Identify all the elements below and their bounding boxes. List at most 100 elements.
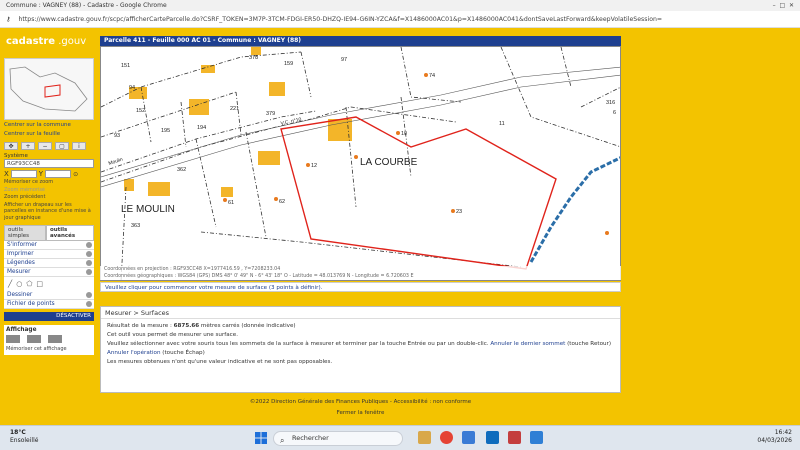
center-feuille-link[interactable]: Centrer sur la feuille (4, 131, 94, 138)
svg-text:94: 94 (129, 85, 135, 91)
window-title-bar: Commune : VAGNEY (88) - Cadastre - Googl… (0, 0, 800, 11)
menu-fichier-points[interactable]: Fichier de points (4, 300, 94, 309)
affichage-panel: Affichage Mémoriser cet affichage (4, 325, 94, 355)
app-icon-3[interactable] (530, 431, 543, 444)
mesurer-tools: ╱ ○ ⬠ □ (4, 277, 94, 291)
menu-legendes[interactable]: Légendes (4, 259, 94, 268)
go-button[interactable]: ⊙ (73, 171, 78, 178)
svg-text:12: 12 (311, 163, 317, 169)
selected-parcel[interactable] (280, 116, 557, 270)
windows-taskbar: 18°C Ensoleillé ⌕ Rechercher 16:42 04/03… (0, 425, 800, 450)
app-icon[interactable] (462, 431, 475, 444)
weather-desc: Ensoleillé (10, 437, 39, 444)
svg-text:378: 378 (249, 55, 258, 61)
zoom-out-icon[interactable]: − (38, 142, 52, 150)
map-tools: ✥ + − ▢ i (4, 142, 94, 150)
coords-geographic: Coordonnées géographiques : WGS84 (GPS) … (104, 274, 414, 279)
coord-y-input[interactable] (45, 170, 72, 178)
affichage-label: Affichage (6, 327, 37, 333)
coords-projection: Coordonnées en projection : RGF93CC48 X=… (104, 267, 281, 272)
svg-text:363: 363 (131, 223, 140, 229)
info-title: Mesurer > Surfaces (101, 307, 620, 319)
svg-text:6: 6 (613, 110, 616, 116)
svg-text:221: 221 (230, 106, 239, 112)
close-window-link[interactable]: Fermer la fenêtre (100, 410, 621, 416)
tab-outils-avances[interactable]: outils avancés (45, 225, 94, 241)
clock-date: 04/03/2026 (757, 437, 792, 444)
polygon-icon[interactable]: ⬠ (26, 280, 32, 288)
systeme-select[interactable]: RGF93CC48 (4, 159, 94, 168)
buildings (124, 47, 352, 197)
file-explorer-icon[interactable] (418, 431, 431, 444)
cancel-operation-link[interactable]: Annuler l'opération (107, 350, 161, 356)
svg-text:195: 195 (161, 128, 170, 134)
option-drapeau[interactable]: Afficher un drapeau sur les parcelles en… (4, 202, 94, 222)
svg-text:11: 11 (499, 121, 505, 127)
le-moulin-label: LE MOULIN (121, 204, 175, 215)
display-mode-3[interactable] (48, 335, 63, 343)
menu-mesurer[interactable]: Mesurer (4, 268, 94, 277)
square-icon[interactable]: □ (36, 280, 43, 288)
memoriser-affichage-link[interactable]: Mémoriser cet affichage (6, 346, 92, 353)
menu-sinformer[interactable]: S'informer (4, 241, 94, 250)
info-icon[interactable]: i (72, 142, 86, 150)
search-icon: ⌕ (280, 436, 285, 445)
app-icon-2[interactable] (508, 431, 521, 444)
center-commune-link[interactable]: Centrer sur la commune (4, 122, 94, 129)
deactivate-button[interactable]: DÉSACTIVER (4, 312, 94, 321)
svg-text:93: 93 (114, 133, 120, 139)
expand-icon (86, 260, 92, 266)
clock-time: 16:42 (774, 429, 792, 436)
svg-text:61: 61 (228, 200, 234, 206)
la-courbe-label: LA COURBE (360, 157, 418, 168)
windows-start-icon[interactable] (255, 432, 267, 444)
option-zoom-precedent[interactable]: Zoom précédent (4, 194, 94, 201)
window-title: Commune : VAGNEY (88) - Cadastre - Googl… (6, 2, 167, 9)
outlook-icon[interactable] (486, 431, 499, 444)
svg-text:23: 23 (456, 209, 462, 215)
road-label: V.C. n°10 (280, 117, 302, 127)
svg-text:379: 379 (266, 111, 275, 117)
svg-text:10: 10 (401, 131, 407, 137)
taskbar-search[interactable]: ⌕ Rechercher (273, 431, 403, 446)
option-zoom-memorise[interactable]: Zoom mémorisé (4, 187, 94, 194)
coord-row: X Y ⊙ (4, 170, 94, 178)
sidebar: Centrer sur la commune Centrer sur la fe… (4, 58, 94, 368)
display-mode-2[interactable] (27, 335, 42, 343)
pan-icon[interactable]: ✥ (4, 142, 18, 150)
svg-text:62: 62 (279, 199, 285, 205)
option-memoriser-zoom[interactable]: Mémoriser ce zoom (4, 179, 94, 186)
expand-icon (86, 251, 92, 257)
weather-temp: 18°C (10, 429, 26, 436)
zoom-box-icon[interactable]: ▢ (55, 142, 69, 150)
menu-imprimer[interactable]: Imprimer (4, 250, 94, 259)
menu-dessiner[interactable]: Dessiner (4, 291, 94, 300)
zoom-in-icon[interactable]: + (21, 142, 35, 150)
leboncoin-watermark: leboncoin (687, 10, 790, 31)
result-line: Résultat de la mesure : 6875.66 mètres c… (107, 323, 296, 329)
map-header: Parcelle 411 - Feuille 000 AC 01 - Commu… (100, 36, 621, 46)
lock-icon: ⚷ (6, 16, 11, 23)
svg-text:97: 97 (341, 57, 347, 63)
cadastre-logo[interactable]: cadastre .gouv (6, 36, 86, 47)
info-line-3: Annuler l'opération (touche Échap) (107, 350, 205, 356)
cancel-last-vertex-link[interactable]: Annuler le dernier sommet (490, 341, 565, 347)
circle-icon[interactable]: ○ (16, 280, 22, 288)
coord-y-label: Y (38, 170, 44, 178)
address-bar[interactable]: ⚷ https://www.cadastre.gouv.fr/scpc/affi… (0, 11, 800, 28)
url-text[interactable]: https://www.cadastre.gouv.fr/scpc/affich… (19, 16, 663, 23)
cadastral-map[interactable]: LA COURBE LE MOULIN Moulin V.C. n°10 151… (100, 46, 621, 281)
overview-map[interactable] (4, 58, 94, 120)
expand-icon (86, 269, 92, 275)
result-value: 6875.66 (173, 323, 200, 329)
display-mode-1[interactable] (6, 335, 20, 343)
info-body: Résultat de la mesure : 6875.66 mètres c… (101, 319, 620, 372)
tab-outils-simples[interactable]: outils simples (4, 225, 46, 241)
svg-text:151: 151 (121, 63, 130, 69)
weather-widget[interactable]: 18°C Ensoleillé (10, 429, 38, 445)
system-tray-clock[interactable]: 16:42 04/03/2026 (757, 429, 792, 445)
svg-text:74: 74 (429, 73, 435, 79)
coord-x-input[interactable] (10, 170, 37, 178)
ruler-icon[interactable]: ╱ (8, 280, 12, 288)
chrome-icon[interactable] (440, 431, 453, 444)
